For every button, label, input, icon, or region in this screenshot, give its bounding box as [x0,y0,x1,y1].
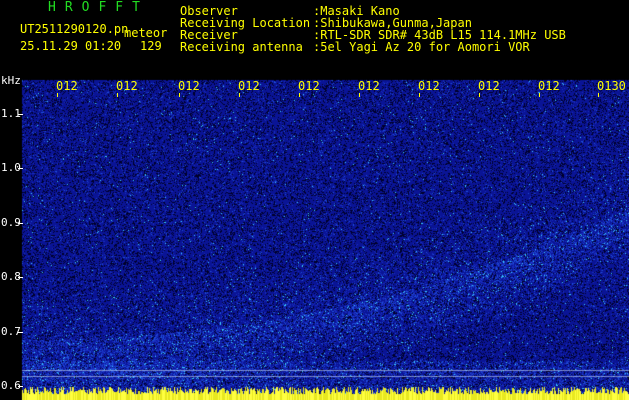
freq-tick-mark [18,113,23,115]
time-tick-label: 012 [538,79,560,93]
time-tick-mark [419,93,420,97]
antenna-value: :5el Yagi Az 20 for Aomori VOR [313,40,530,54]
time-tick-mark [598,93,599,97]
time-tick-mark [359,93,360,97]
antenna-label: Receiving antenna [180,40,303,54]
time-tick-label: 012 [178,79,200,93]
time-tick-mark [117,93,118,97]
time-tick-label: 012 [116,79,138,93]
time-tick-mark [57,93,58,97]
time-tick-mark [179,93,180,97]
time-tick-mark [239,93,240,97]
time-tick-label: 012 [298,79,320,93]
time-tick-label: 012 [56,79,78,93]
freq-tick-mark [18,168,23,170]
time-tick-label: 012 [358,79,380,93]
freq-tick-mark [18,277,23,279]
time-tick-label: 012 [238,79,260,93]
timestamp: 25.11.29 01:20 [20,39,122,53]
time-tick-label: 0130 [597,79,626,93]
time-tick-label: 012 [418,79,440,93]
spectrogram [0,70,629,400]
meteor-count: 129 [140,39,162,53]
app-title: HROFFT [48,0,149,15]
time-tick-label: 012 [478,79,500,93]
time-tick-mark [539,93,540,97]
freq-unit-label: kHz [1,74,21,87]
time-tick-mark [479,93,480,97]
time-tick-mark [299,93,300,97]
file-name: UT2511290120.pn [20,22,129,36]
freq-tick-mark [18,331,23,333]
freq-tick-mark [18,222,23,224]
freq-tick-mark [18,386,23,388]
